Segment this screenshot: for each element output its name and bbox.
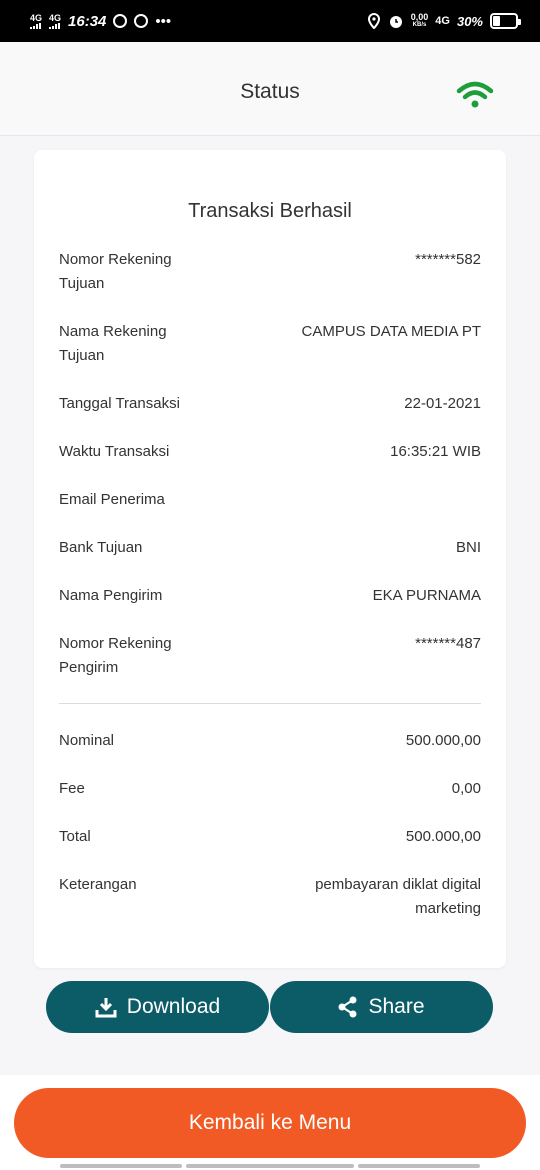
more-notifications-icon: •••	[155, 12, 172, 30]
location-icon	[367, 13, 380, 29]
row-label: Keterangan	[59, 876, 137, 893]
row-label: Email Penerima	[59, 491, 165, 508]
alarm-icon	[389, 16, 402, 28]
signal-icon: 4G	[49, 13, 61, 29]
divider	[59, 703, 481, 704]
wifi-icon	[456, 81, 494, 108]
battery-percent: 30%	[456, 13, 483, 29]
row-label: Nomor Rekening Tujuan	[59, 251, 172, 292]
receipt-row: Nomor Rekening Tujuan *******582	[59, 248, 481, 296]
network-speed: 0,00 KB/s	[410, 12, 429, 29]
row-value: 16:35:21 WIB	[390, 443, 481, 460]
status-bar: 4G 4G 16:34 ••• 0,00 KB/s 4G 30%	[0, 0, 540, 42]
receipt-row: Tanggal Transaksi 22-01-2021	[59, 392, 481, 416]
row-label: Nama Rekening Tujuan	[59, 323, 167, 364]
download-icon	[95, 998, 117, 1018]
row-value: 500.000,00	[405, 732, 481, 749]
total-row: Fee 0,00	[59, 777, 481, 801]
share-button[interactable]: Share	[270, 981, 493, 1033]
row-value: 500.000,00	[405, 828, 481, 845]
nav-indicator	[358, 1164, 480, 1168]
row-label: Nomor Rekening Pengirim	[59, 635, 172, 676]
total-row: Keterangan pembayaran diklat digital mar…	[59, 873, 481, 921]
signal-icon: 4G	[30, 13, 42, 29]
row-value: *******582	[415, 251, 481, 268]
receipt-row: Nama Pengirim EKA PURNAMA	[59, 584, 481, 608]
nav-indicator	[60, 1164, 182, 1168]
total-row: Total 500.000,00	[59, 825, 481, 849]
receipt-row: Email Penerima	[59, 488, 481, 512]
share-label: Share	[368, 995, 425, 1018]
row-label: Waktu Transaksi	[59, 443, 170, 460]
download-button[interactable]: Download	[46, 981, 269, 1033]
row-value: CAMPUS DATA MEDIA PT	[301, 323, 481, 340]
row-value: pembayaran diklat digital marketing	[315, 876, 481, 917]
row-label: Total	[59, 828, 91, 845]
row-value: *******487	[415, 635, 481, 652]
row-label: Bank Tujuan	[59, 539, 143, 556]
nav-indicator	[186, 1164, 354, 1168]
total-row: Nominal 500.000,00	[59, 729, 481, 753]
chrome-icon	[134, 14, 149, 28]
receipt-row: Nama Rekening Tujuan CAMPUS DATA MEDIA P…	[59, 320, 481, 368]
whatsapp-icon	[113, 14, 128, 28]
receipt-row: Bank Tujuan BNI	[59, 536, 481, 560]
row-value: 0,00	[451, 780, 481, 797]
row-value: EKA PURNAMA	[372, 587, 481, 604]
back-to-menu-button[interactable]: Kembali ke Menu	[14, 1088, 526, 1158]
network-4g-icon: 4G	[435, 14, 450, 27]
share-icon	[338, 996, 357, 1018]
receipt-row: Nomor Rekening Pengirim *******487	[59, 632, 481, 680]
status-time: 16:34	[68, 12, 107, 30]
row-label: Nominal	[59, 732, 115, 749]
row-label: Tanggal Transaksi	[59, 395, 180, 412]
receipt-row: Waktu Transaksi 16:35:21 WIB	[59, 440, 481, 464]
download-label: Download	[126, 995, 221, 1018]
receipt-card: Transaksi Berhasil Nomor Rekening Tujuan…	[34, 150, 506, 968]
row-label: Nama Pengirim	[59, 587, 163, 604]
receipt-title: Transaksi Berhasil	[188, 200, 352, 222]
battery-icon	[490, 13, 521, 29]
row-label: Fee	[59, 780, 85, 797]
row-value: BNI	[455, 539, 481, 556]
app-bar: Status	[0, 42, 540, 136]
row-value: 22-01-2021	[404, 395, 481, 412]
